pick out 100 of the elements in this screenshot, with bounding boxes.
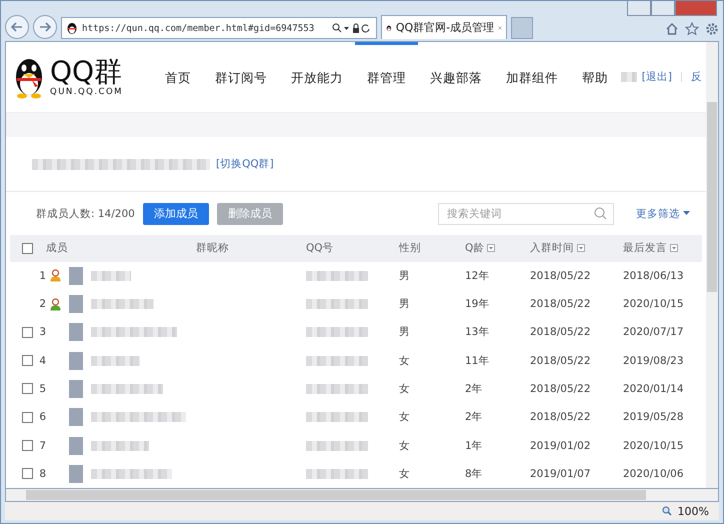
sort-dropdown-icon[interactable]: [577, 244, 585, 252]
avatar-placeholder: [69, 352, 83, 370]
row-number: 2: [39, 298, 46, 310]
qq-age-cell-text: 2年: [465, 382, 484, 396]
column-header: Q龄: [465, 241, 530, 256]
qq-age-cell-text: 12年: [465, 268, 490, 283]
nav-link[interactable]: 首页: [153, 42, 204, 112]
last-message-cell-text: 2020/10/15: [623, 440, 685, 452]
browser-tab[interactable]: QQ群官网-成员管理: [381, 15, 507, 39]
gender-cell-text: 女: [399, 466, 411, 481]
horizontal-scrollbar[interactable]: [5, 489, 719, 502]
sort-dropdown-icon[interactable]: [487, 244, 496, 252]
row-number: 4: [39, 354, 46, 367]
row-checkbox[interactable]: [22, 383, 34, 394]
gender-cell-text: 女: [399, 410, 411, 424]
home-icon[interactable]: [665, 22, 679, 36]
join-date-cell-text: 2018/05/22: [530, 354, 592, 367]
star-icon[interactable]: [685, 22, 699, 36]
avatar-placeholder: [69, 266, 83, 285]
blurred-member-name: [91, 356, 140, 366]
blurred-qq-number: [306, 384, 368, 394]
person-icon: [50, 269, 61, 282]
join-date-cell-text: 2018/05/22: [530, 326, 592, 338]
last-message-cell-text: 2019/08/23: [623, 354, 685, 367]
blurred-member-name: [91, 384, 163, 394]
column-header: QQ号: [306, 241, 335, 256]
member-count: 群成员人数: 14/200: [36, 206, 135, 221]
last-message-cell-text: 2020/01/14: [623, 382, 685, 395]
person-icon: [50, 298, 61, 311]
gender-cell-text: 女: [399, 438, 411, 453]
search-icon[interactable]: [594, 207, 607, 220]
row-checkbox[interactable]: [22, 440, 34, 452]
select-all-checkbox[interactable]: [22, 242, 33, 254]
nav-link[interactable]: 加群组件: [494, 42, 570, 112]
qq-age-cell-text: 13年: [465, 325, 490, 340]
blurred-qq-number: [306, 270, 368, 281]
address-tools-icon[interactable]: [332, 22, 372, 34]
caret-icon: [683, 211, 690, 216]
blurred-qq-number: [306, 412, 368, 422]
close-icon[interactable]: [498, 24, 502, 32]
more-filters-link[interactable]: 更多筛选: [636, 206, 690, 221]
row-number: 8: [39, 468, 46, 480]
switch-group-link[interactable]: [切换QQ群]: [216, 157, 274, 171]
nav-link[interactable]: 开放能力: [279, 42, 356, 112]
sort-dropdown-icon[interactable]: [670, 244, 678, 252]
logout-link[interactable]: [退出]: [642, 70, 672, 84]
row-number: 5: [39, 382, 46, 395]
last-message-cell-text: 2020/07/17: [623, 326, 685, 338]
blurred-qq-number: [306, 356, 368, 366]
row-checkbox[interactable]: [22, 355, 34, 366]
last-message-cell-text: 2018/06/13: [623, 270, 685, 282]
logo-text: QQ群: [50, 57, 124, 88]
last-message-cell-text: 2020/10/15: [623, 298, 685, 310]
nav-link[interactable]: 帮助: [570, 42, 620, 112]
maximize-button[interactable]: [651, 1, 675, 16]
row-number: 6: [39, 411, 46, 424]
row-number: 3: [39, 326, 46, 338]
minimize-button[interactable]: [627, 1, 651, 16]
penguin-icon: [66, 22, 78, 34]
avatar-placeholder: [69, 464, 83, 483]
qq-age-cell-text: 2年: [465, 410, 484, 424]
row-checkbox[interactable]: [22, 326, 34, 338]
column-header: 成员: [46, 241, 69, 256]
blurred-qq-number: [306, 468, 368, 479]
gender-cell-text: 女: [399, 382, 411, 396]
join-date-cell-text: 2018/05/22: [530, 298, 592, 310]
row-checkbox[interactable]: [22, 468, 34, 480]
nav-link[interactable]: 群订阅号: [203, 42, 280, 112]
row-checkbox[interactable]: [22, 412, 34, 423]
join-date-cell-text: 2018/05/22: [530, 382, 592, 395]
left-arrow-icon: [11, 22, 23, 32]
join-date-cell-text: 2019/01/02: [530, 440, 592, 452]
forward-button[interactable]: [33, 15, 57, 39]
blurred-member-name: [91, 440, 149, 451]
feedback-link[interactable]: 反: [691, 70, 702, 84]
avatar-placeholder: [69, 380, 83, 398]
nav-link[interactable]: 兴趣部落: [418, 42, 494, 112]
join-date-cell-text: 2018/05/22: [530, 411, 592, 424]
address-bar[interactable]: https://qun.qq.com/member.html#gid=6947553: [61, 17, 377, 39]
last-message-cell-text: 2019/05/28: [623, 411, 685, 424]
join-date-cell-text: 2018/05/22: [530, 270, 592, 282]
settings-icon[interactable]: [705, 22, 719, 36]
zoom-level[interactable]: 100%: [678, 504, 709, 518]
avatar-placeholder: [69, 323, 83, 342]
back-button[interactable]: [5, 15, 29, 39]
zoom-icon: [662, 506, 672, 516]
avatar-placeholder: [69, 408, 83, 426]
add-member-button[interactable]: 添加成员: [142, 202, 209, 225]
column-header: 群昵称: [196, 241, 230, 256]
search-field[interactable]: 搜索关键词: [438, 202, 614, 225]
column-header: 最后发言: [623, 241, 702, 256]
avatar-placeholder: [69, 295, 83, 314]
column-header: 入群时间: [530, 241, 623, 256]
gender-cell-text: 男: [399, 297, 411, 312]
join-date-cell-text: 2019/01/07: [530, 468, 592, 480]
vertical-scrollbar[interactable]: [706, 42, 718, 488]
qq-age-cell-text: 19年: [465, 297, 490, 312]
column-header: 性别: [399, 241, 422, 256]
blurred-qq-number: [306, 327, 368, 338]
row-number: 1: [39, 270, 46, 282]
